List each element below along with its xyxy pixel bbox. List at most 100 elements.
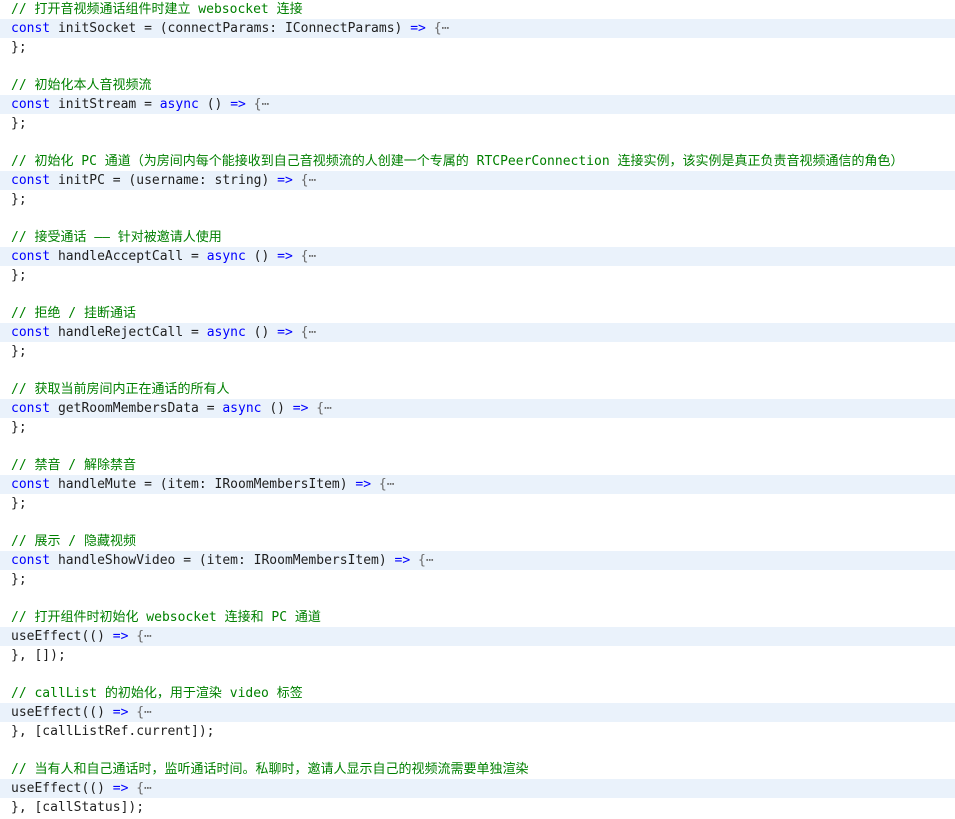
closing-brace: };	[11, 40, 27, 55]
assign-operator: =	[183, 553, 192, 568]
folded-effect-line[interactable]: useEffect(() => {⋯	[0, 779, 955, 798]
comment-line: // 拒绝 / 挂断通话	[0, 304, 955, 323]
comment-text: // 展示 / 隐藏视频	[11, 534, 136, 549]
comment-text: // 初始化本人音视频流	[11, 78, 152, 93]
keyword-const: const	[11, 97, 51, 112]
arrow: =>	[277, 173, 293, 188]
use-effect-call: useEffect(()	[11, 629, 105, 644]
assign-operator: =	[144, 477, 152, 492]
comment-line: // 初始化本人音视频流	[0, 76, 955, 95]
fold-ellipsis-button[interactable]: {⋯	[301, 325, 317, 340]
closing-brace: };	[11, 116, 27, 131]
closing-deps: }, [callStatus]);	[11, 800, 145, 815]
arrow: =>	[292, 401, 309, 416]
arrow: =>	[277, 325, 293, 340]
function-name: handleShowVideo	[57, 553, 176, 568]
closing-brace: };	[11, 344, 27, 359]
fold-ellipsis-button[interactable]: {⋯	[136, 781, 152, 796]
keyword-const: const	[11, 21, 51, 36]
folded-function-line[interactable]: const getRoomMembersData = async () => {…	[0, 399, 955, 418]
comment-line: // 打开组件时初始化 websocket 连接和 PC 通道	[0, 608, 955, 627]
comment-line: // callList 的初始化，用于渲染 video 标签	[0, 684, 955, 703]
folded-function-line[interactable]: const handleMute = (item: IRoomMembersIt…	[0, 475, 955, 494]
use-effect-call: useEffect(()	[11, 705, 105, 720]
closing-line: }, [callListRef.current]);	[0, 722, 955, 741]
folded-function-line[interactable]: const handleAcceptCall = async () => {⋯	[0, 247, 955, 266]
closing-line: };	[0, 494, 955, 513]
fold-ellipsis-button[interactable]: {⋯	[301, 173, 317, 188]
assign-operator: =	[191, 325, 199, 340]
closing-line: };	[0, 114, 955, 133]
function-name: handleMute	[57, 477, 137, 492]
closing-line: };	[0, 342, 955, 361]
keyword-const: const	[11, 401, 51, 416]
function-name: initStream	[57, 97, 137, 112]
params: (item: IRoomMembersItem)	[198, 553, 387, 568]
keyword-const: const	[11, 477, 51, 492]
params: (item: IRoomMembersItem)	[159, 477, 348, 492]
comment-text: // 打开组件时初始化 websocket 连接和 PC 通道	[11, 610, 321, 625]
closing-deps: }, [callListRef.current]);	[11, 724, 215, 739]
fold-ellipsis-button[interactable]: {⋯	[316, 401, 332, 416]
arrow: =>	[355, 477, 372, 492]
params: ()	[269, 401, 285, 416]
closing-deps: }, []);	[11, 648, 66, 663]
keyword-const: const	[11, 325, 51, 340]
comment-text: // 当有人和自己通话时，监听通话时间。私聊时，邀请人显示自己的视频流需要单独渲…	[11, 762, 529, 777]
assign-operator: =	[191, 249, 199, 264]
arrow: =>	[230, 97, 246, 112]
fold-ellipsis-button[interactable]: {⋯	[254, 97, 270, 112]
keyword-const: const	[11, 249, 51, 264]
closing-line: };	[0, 38, 955, 57]
comment-text: // 禁音 / 解除禁音	[11, 458, 136, 473]
function-name: handleRejectCall	[57, 325, 184, 340]
assign-operator: =	[112, 173, 121, 188]
folded-function-line[interactable]: const initStream = async () => {⋯	[0, 95, 955, 114]
arrow: =>	[394, 553, 411, 568]
closing-line: };	[0, 570, 955, 589]
closing-brace: };	[11, 192, 27, 207]
arrow: =>	[410, 21, 426, 36]
code-editor: // 打开音视频通话组件时建立 websocket 连接 const initS…	[0, 0, 955, 817]
folded-effect-line[interactable]: useEffect(() => {⋯	[0, 703, 955, 722]
assign-operator: =	[144, 97, 152, 112]
folded-function-line[interactable]: const handleShowVideo = (item: IRoomMemb…	[0, 551, 955, 570]
fold-ellipsis-button[interactable]: {⋯	[301, 249, 317, 264]
comment-text: // 打开音视频通话组件时建立 websocket 连接	[11, 2, 303, 17]
comment-line: // 禁音 / 解除禁音	[0, 456, 955, 475]
fold-ellipsis-button[interactable]: {⋯	[418, 553, 434, 568]
folded-function-line[interactable]: const initPC = (username: string) => {⋯	[0, 171, 955, 190]
closing-line: };	[0, 266, 955, 285]
comment-text: // 接受通话 —— 针对被邀请人使用	[11, 230, 222, 245]
arrow: =>	[112, 629, 129, 644]
folded-function-line[interactable]: const initSocket = (connectParams: IConn…	[0, 19, 955, 38]
params: ()	[253, 249, 270, 264]
function-name: initSocket	[57, 21, 137, 36]
comment-text: // 初始化 PC 通道（为房间内每个能接收到自己音视频流的人创建一个专属的 R…	[11, 154, 904, 169]
folded-effect-line[interactable]: useEffect(() => {⋯	[0, 627, 955, 646]
assign-operator: =	[144, 21, 152, 36]
fold-ellipsis-button[interactable]: {⋯	[434, 21, 450, 36]
use-effect-call: useEffect(()	[11, 781, 105, 796]
fold-ellipsis-button[interactable]: {⋯	[136, 629, 152, 644]
params: (username: string)	[128, 173, 270, 188]
folded-function-line[interactable]: const handleRejectCall = async () => {⋯	[0, 323, 955, 342]
comment-line: // 获取当前房间内正在通话的所有人	[0, 380, 955, 399]
closing-line: };	[0, 190, 955, 209]
closing-line: }, []);	[0, 646, 955, 665]
fold-ellipsis-button[interactable]: {⋯	[136, 705, 152, 720]
comment-line: // 接受通话 —— 针对被邀请人使用	[0, 228, 955, 247]
function-name: getRoomMembersData	[57, 401, 199, 416]
comment-line: // 当有人和自己通话时，监听通话时间。私聊时，邀请人显示自己的视频流需要单独渲…	[0, 760, 955, 779]
function-name: initPC	[57, 173, 105, 188]
params: ()	[253, 325, 270, 340]
fold-ellipsis-button[interactable]: {⋯	[379, 477, 395, 492]
